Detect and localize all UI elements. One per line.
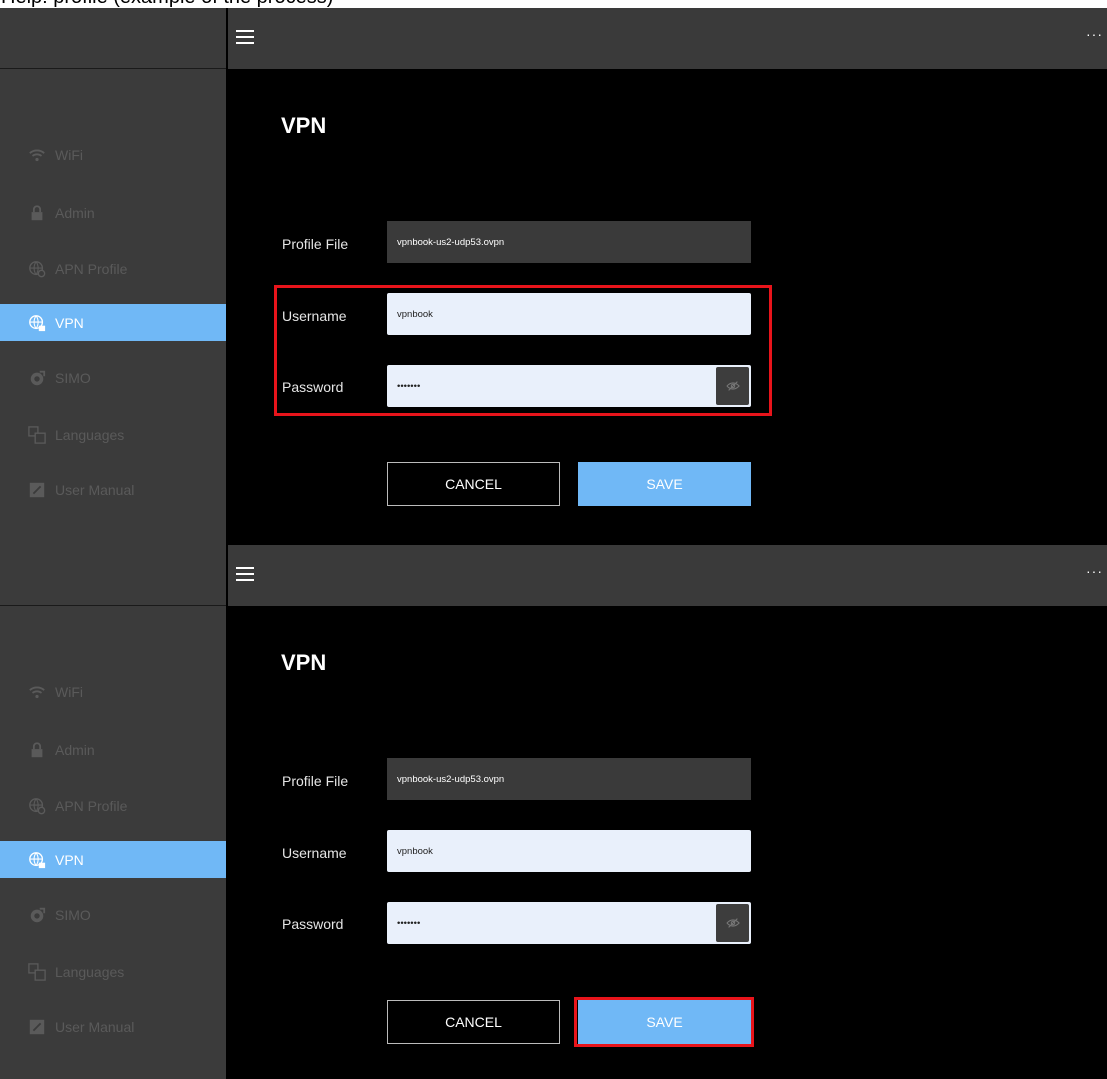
sidebar-item-apn-profile[interactable]: APN Profile [0, 787, 226, 824]
page-caption: Help: profile (example of the process) [0, 0, 1107, 8]
sidebar-item-label: Admin [55, 204, 95, 221]
sidebar-item-label: SIMO [55, 369, 91, 386]
sidebar-item-languages[interactable]: Languages [0, 416, 226, 453]
sidebar-item-admin[interactable]: Admin [0, 731, 226, 768]
eye-off-icon[interactable] [716, 367, 749, 405]
sidebar-item-label: SIMO [55, 906, 91, 923]
globe-lock-icon [27, 313, 47, 333]
username-label: Username [282, 845, 347, 861]
password-value: ••••••• [397, 380, 421, 392]
save-button[interactable]: SAVE [578, 1000, 751, 1044]
sidebar-item-label: APN Profile [55, 260, 128, 277]
eye-off-icon[interactable] [716, 904, 749, 942]
sidebar-header [0, 545, 226, 606]
password-label: Password [282, 916, 344, 932]
profile-file-label: Profile File [282, 236, 349, 252]
globe-gear-icon [27, 259, 47, 279]
hamburger-icon[interactable] [236, 30, 254, 46]
lock-icon [27, 203, 47, 223]
sidebar-item-apn-profile[interactable]: APN Profile [0, 250, 226, 287]
sidebar-item-label: WiFi [55, 146, 83, 163]
simo-icon [27, 368, 47, 388]
password-field[interactable]: ••••••• [387, 902, 751, 944]
sidebar-item-label: User Manual [55, 1018, 135, 1035]
sidebar-item-label: APN Profile [55, 797, 128, 814]
sidebar-item-wifi[interactable]: WiFi [0, 673, 226, 710]
more-options-icon[interactable]: ··· [1086, 563, 1103, 579]
sidebar-item-simo[interactable]: SIMO [0, 359, 226, 396]
top-bar: ··· [228, 545, 1107, 606]
sidebar-item-label: VPN [55, 851, 84, 868]
wifi-icon [27, 682, 47, 702]
page-title: VPN [281, 650, 327, 675]
password-label: Password [282, 379, 344, 395]
password-value: ••••••• [397, 917, 421, 929]
sidebar-item-label: WiFi [55, 683, 83, 700]
book-icon [27, 1017, 47, 1037]
sidebar-item-label: User Manual [55, 481, 135, 498]
lock-icon [27, 740, 47, 760]
screenshot-step-1: ··· WiFi Admin APN Profile VPN SIMO Lang… [0, 8, 1107, 545]
profile-file-label: Profile File [282, 773, 349, 789]
sidebar-item-label: Admin [55, 741, 95, 758]
sidebar: WiFi Admin APN Profile VPN SIMO Language… [0, 606, 226, 1079]
translate-icon [27, 425, 47, 445]
sidebar-item-label: Languages [55, 426, 125, 443]
hamburger-icon[interactable] [236, 567, 254, 583]
sidebar-item-user-manual[interactable]: User Manual [0, 471, 226, 508]
profile-file-field[interactable]: vpnbook-us2-udp53.ovpn [387, 221, 751, 263]
password-field[interactable]: ••••••• [387, 365, 751, 407]
wifi-icon [27, 145, 47, 165]
globe-lock-icon [27, 850, 47, 870]
sidebar-header [0, 8, 226, 69]
username-field[interactable]: vpnbook [387, 830, 751, 872]
username-label: Username [282, 308, 347, 324]
cancel-button[interactable]: CANCEL [387, 462, 560, 506]
more-options-icon[interactable]: ··· [1086, 26, 1103, 42]
sidebar-item-label: VPN [55, 314, 84, 331]
sidebar: WiFi Admin APN Profile VPN SIMO Language… [0, 69, 226, 545]
simo-icon [27, 905, 47, 925]
username-field[interactable]: vpnbook [387, 293, 751, 335]
sidebar-item-label: Languages [55, 963, 125, 980]
sidebar-item-languages[interactable]: Languages [0, 953, 226, 990]
page-title: VPN [281, 113, 327, 138]
screenshot-step-2: ··· WiFi Admin APN Profile VPN SIMO Lang… [0, 545, 1107, 1079]
profile-file-field[interactable]: vpnbook-us2-udp53.ovpn [387, 758, 751, 800]
sidebar-item-simo[interactable]: SIMO [0, 896, 226, 933]
sidebar-item-admin[interactable]: Admin [0, 194, 226, 231]
translate-icon [27, 962, 47, 982]
cancel-button[interactable]: CANCEL [387, 1000, 560, 1044]
book-icon [27, 480, 47, 500]
globe-gear-icon [27, 796, 47, 816]
sidebar-item-vpn[interactable]: VPN [0, 304, 226, 341]
save-button[interactable]: SAVE [578, 462, 751, 506]
sidebar-item-user-manual[interactable]: User Manual [0, 1008, 226, 1045]
sidebar-item-wifi[interactable]: WiFi [0, 136, 226, 173]
top-bar: ··· [228, 8, 1107, 69]
sidebar-item-vpn[interactable]: VPN [0, 841, 226, 878]
